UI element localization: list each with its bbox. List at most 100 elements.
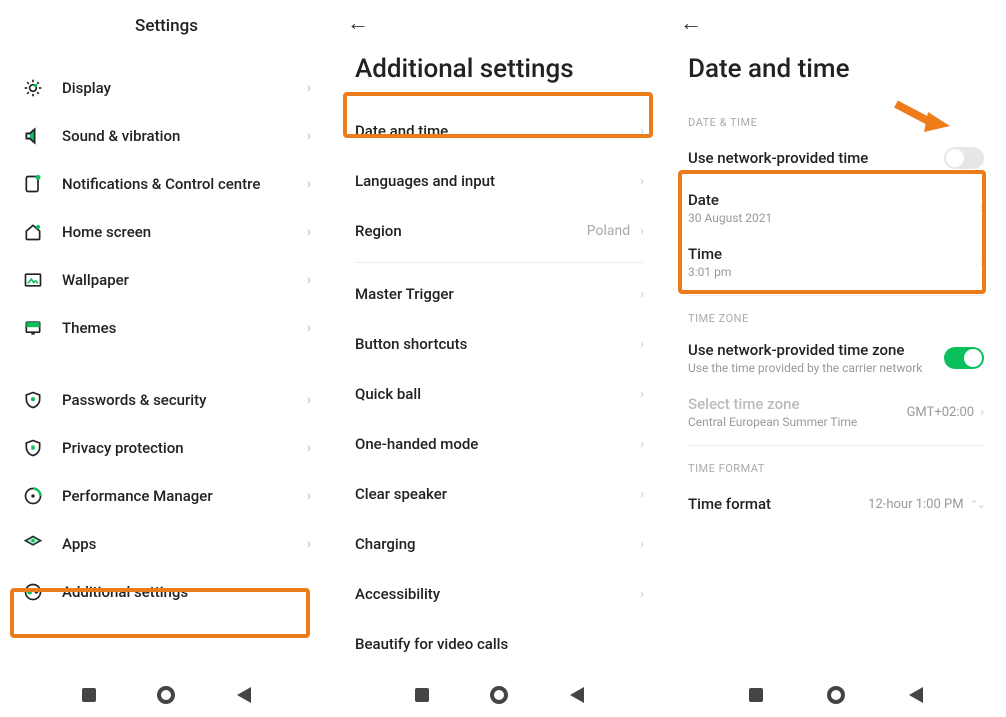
row-label: Time format	[688, 495, 868, 513]
row-network-time[interactable]: Use network-provided time	[666, 135, 1006, 181]
row-display[interactable]: Display ›	[0, 64, 333, 112]
row-charging[interactable]: Charging›	[333, 519, 666, 569]
nav-recents[interactable]	[747, 686, 765, 704]
toggle-network-timezone[interactable]	[944, 347, 984, 369]
row-performance[interactable]: Performance Manager ›	[0, 472, 333, 520]
display-icon	[22, 77, 44, 99]
row-label: Quick ball	[355, 385, 640, 403]
row-accessibility[interactable]: Accessibility›	[333, 569, 666, 619]
chevron-right-icon: ›	[307, 176, 311, 192]
row-value: 30 August 2021	[688, 211, 980, 225]
row-quick-ball[interactable]: Quick ball›	[333, 369, 666, 419]
row-label: Region	[355, 222, 587, 240]
row-sublabel: Use the time provided by the carrier net…	[688, 361, 944, 375]
row-label: Apps	[62, 535, 307, 553]
chevron-right-icon: ›	[640, 587, 644, 602]
row-label: One-handed mode	[355, 435, 640, 453]
row-home[interactable]: Home screen ›	[0, 208, 333, 256]
chevron-right-icon: ›	[307, 584, 311, 600]
row-label: Home screen	[62, 223, 307, 241]
screen-settings: Settings Display › Sound & vibration › N…	[0, 0, 333, 717]
row-time[interactable]: Time 3:01 pm ›	[666, 235, 1006, 289]
nav-home[interactable]	[490, 686, 508, 704]
chevron-right-icon: ›	[640, 224, 644, 239]
row-one-handed[interactable]: One-handed mode›	[333, 419, 666, 469]
nav-home[interactable]	[827, 686, 845, 704]
chevron-right-icon: ›	[640, 337, 644, 352]
header: ←	[333, 0, 666, 42]
group-general: Date and time › Languages and input › Re…	[333, 106, 666, 256]
row-region[interactable]: Region Poland ›	[333, 206, 666, 256]
chevron-right-icon: ›	[640, 124, 644, 139]
chevron-updown-icon: ⌃⌄	[970, 498, 984, 511]
apps-icon	[22, 533, 44, 555]
back-icon[interactable]: ←	[347, 10, 369, 36]
row-date-time[interactable]: Date and time ›	[333, 106, 666, 156]
row-label: Date	[688, 191, 980, 209]
chevron-right-icon: ›	[307, 128, 311, 144]
nav-back[interactable]	[235, 686, 253, 704]
chevron-right-icon: ›	[980, 201, 984, 216]
header: ←	[666, 0, 1006, 42]
chevron-right-icon: ›	[980, 405, 984, 420]
android-navbar	[0, 673, 333, 717]
shield-icon	[22, 389, 44, 411]
row-clear-speaker[interactable]: Clear speaker›	[333, 469, 666, 519]
notifications-icon	[22, 173, 44, 195]
row-label: Master Trigger	[355, 285, 640, 303]
row-label: Button shortcuts	[355, 335, 640, 353]
nav-recents[interactable]	[413, 686, 431, 704]
row-wallpaper[interactable]: Wallpaper ›	[0, 256, 333, 304]
divider	[355, 262, 644, 263]
nav-recents[interactable]	[80, 686, 98, 704]
row-privacy[interactable]: Privacy protection ›	[0, 424, 333, 472]
row-sound[interactable]: Sound & vibration ›	[0, 112, 333, 160]
chevron-right-icon: ›	[307, 224, 311, 240]
performance-icon	[22, 485, 44, 507]
row-value: 12-hour 1:00 PM	[868, 497, 963, 512]
divider	[688, 295, 984, 296]
toggle-network-time[interactable]	[944, 147, 984, 169]
section-format: TIME FORMAT	[666, 452, 1006, 481]
row-button-shortcuts[interactable]: Button shortcuts›	[333, 319, 666, 369]
row-label: Display	[62, 79, 307, 97]
row-value: GMT+02:00	[907, 405, 975, 420]
nav-back[interactable]	[568, 686, 586, 704]
row-label: Charging	[355, 535, 640, 553]
divider	[688, 445, 984, 446]
row-notifications[interactable]: Notifications & Control centre ›	[0, 160, 333, 208]
row-select-timezone: Select time zone Central European Summer…	[666, 385, 1006, 439]
row-label: Privacy protection	[62, 439, 307, 457]
additional-settings-icon	[22, 581, 44, 603]
row-passwords[interactable]: Passwords & security ›	[0, 376, 333, 424]
row-network-timezone[interactable]: Use network-provided time zone Use the t…	[666, 331, 1006, 385]
row-label: Clear speaker	[355, 485, 640, 503]
row-themes[interactable]: Themes ›	[0, 304, 333, 352]
row-master-trigger[interactable]: Master Trigger›	[333, 269, 666, 319]
row-value: Poland	[587, 223, 630, 239]
row-languages[interactable]: Languages and input ›	[333, 156, 666, 206]
row-label: Languages and input	[355, 172, 640, 190]
row-apps[interactable]: Apps ›	[0, 520, 333, 568]
chevron-right-icon: ›	[307, 488, 311, 504]
nav-back[interactable]	[907, 686, 925, 704]
chevron-right-icon: ›	[980, 255, 984, 270]
back-icon[interactable]: ←	[680, 10, 702, 36]
chevron-right-icon: ›	[640, 174, 644, 189]
row-additional-settings[interactable]: Additional settings ›	[0, 568, 333, 616]
chevron-right-icon: ›	[307, 392, 311, 408]
row-label: Time	[688, 245, 980, 263]
row-label: Accessibility	[355, 585, 640, 603]
chevron-right-icon: ›	[640, 487, 644, 502]
page-title: Additional settings	[333, 42, 666, 106]
group-controls: Master Trigger› Button shortcuts› Quick …	[333, 269, 666, 669]
themes-icon	[22, 317, 44, 339]
nav-home[interactable]	[157, 686, 175, 704]
wallpaper-icon	[22, 269, 44, 291]
row-label: Use network-provided time zone	[688, 341, 944, 359]
row-date[interactable]: Date 30 August 2021 ›	[666, 181, 1006, 235]
row-beautify[interactable]: Beautify for video calls	[333, 619, 666, 669]
chevron-right-icon: ›	[307, 536, 311, 552]
row-label: Date and time	[355, 122, 640, 140]
row-time-format[interactable]: Time format 12-hour 1:00 PM ⌃⌄	[666, 481, 1006, 527]
